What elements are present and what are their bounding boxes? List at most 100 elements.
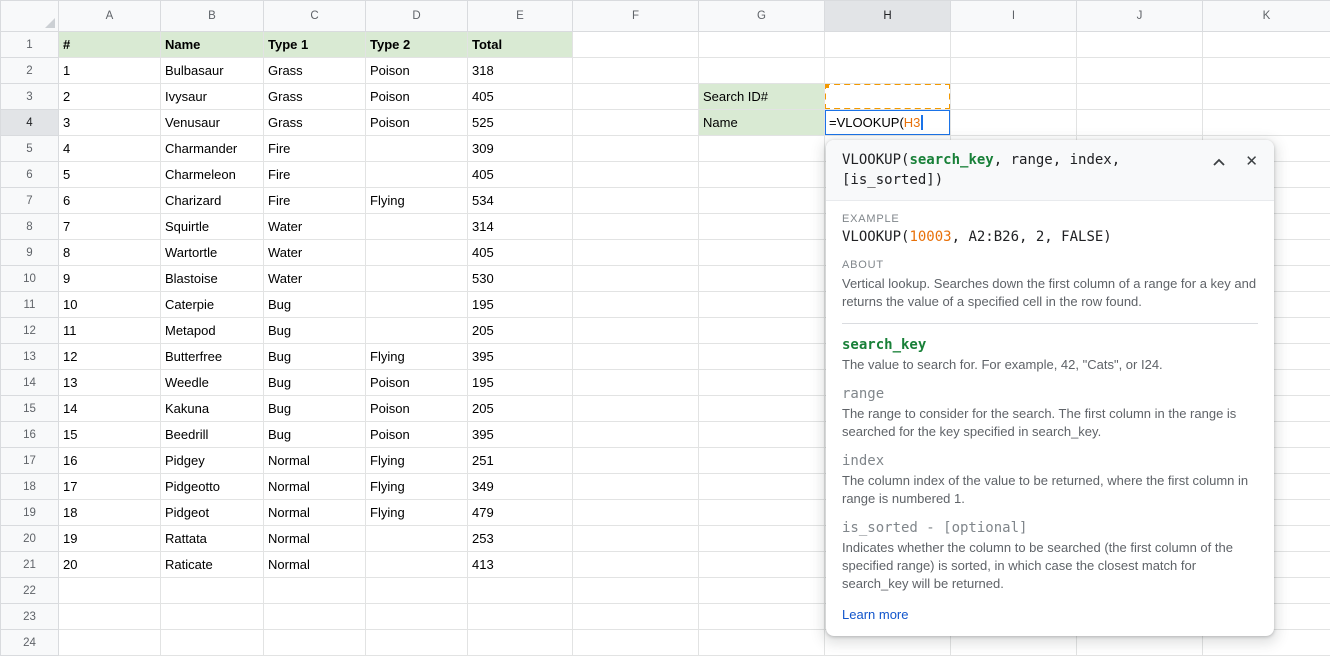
cell-D11[interactable] bbox=[366, 292, 468, 318]
cell-C4[interactable]: Grass bbox=[264, 110, 366, 136]
cell-D4[interactable]: Poison bbox=[366, 110, 468, 136]
column-header-C[interactable]: C bbox=[264, 1, 366, 32]
cell-G15[interactable] bbox=[699, 396, 825, 422]
cell-A17[interactable]: 16 bbox=[59, 448, 161, 474]
column-header-H[interactable]: H bbox=[825, 1, 951, 32]
cell-B22[interactable] bbox=[161, 578, 264, 604]
cell-C3[interactable]: Grass bbox=[264, 84, 366, 110]
cell-D6[interactable] bbox=[366, 162, 468, 188]
cell-C19[interactable]: Normal bbox=[264, 500, 366, 526]
cell-B15[interactable]: Kakuna bbox=[161, 396, 264, 422]
learn-more-link[interactable]: Learn more bbox=[842, 607, 908, 622]
cell-B21[interactable]: Raticate bbox=[161, 552, 264, 578]
cell-K4[interactable] bbox=[1203, 110, 1330, 136]
row-header-13[interactable]: 13 bbox=[1, 344, 59, 370]
cell-A20[interactable]: 19 bbox=[59, 526, 161, 552]
row-header-17[interactable]: 17 bbox=[1, 448, 59, 474]
column-header-D[interactable]: D bbox=[366, 1, 468, 32]
cell-D23[interactable] bbox=[366, 604, 468, 630]
cell-B8[interactable]: Squirtle bbox=[161, 214, 264, 240]
cell-F20[interactable] bbox=[573, 526, 699, 552]
cell-E19[interactable]: 479 bbox=[468, 500, 573, 526]
close-icon[interactable]: ✕ bbox=[1245, 154, 1258, 169]
cell-E13[interactable]: 395 bbox=[468, 344, 573, 370]
cell-B1[interactable]: Name bbox=[161, 32, 264, 58]
row-header-8[interactable]: 8 bbox=[1, 214, 59, 240]
cell-A9[interactable]: 8 bbox=[59, 240, 161, 266]
cell-B24[interactable] bbox=[161, 630, 264, 656]
cell-J4[interactable] bbox=[1077, 110, 1203, 136]
cell-E21[interactable]: 413 bbox=[468, 552, 573, 578]
cell-H3[interactable] bbox=[825, 84, 951, 110]
column-header-K[interactable]: K bbox=[1203, 1, 1330, 32]
cell-B13[interactable]: Butterfree bbox=[161, 344, 264, 370]
cell-C14[interactable]: Bug bbox=[264, 370, 366, 396]
cell-A1[interactable]: # bbox=[59, 32, 161, 58]
cell-H4[interactable]: =VLOOKUP(H3 bbox=[825, 110, 951, 136]
cell-A6[interactable]: 5 bbox=[59, 162, 161, 188]
cell-E24[interactable] bbox=[468, 630, 573, 656]
column-header-I[interactable]: I bbox=[951, 1, 1077, 32]
cell-B2[interactable]: Bulbasaur bbox=[161, 58, 264, 84]
row-header-5[interactable]: 5 bbox=[1, 136, 59, 162]
cell-C12[interactable]: Bug bbox=[264, 318, 366, 344]
cell-F12[interactable] bbox=[573, 318, 699, 344]
row-header-15[interactable]: 15 bbox=[1, 396, 59, 422]
cell-G24[interactable] bbox=[699, 630, 825, 656]
cell-A8[interactable]: 7 bbox=[59, 214, 161, 240]
cell-A19[interactable]: 18 bbox=[59, 500, 161, 526]
cell-G6[interactable] bbox=[699, 162, 825, 188]
cell-B23[interactable] bbox=[161, 604, 264, 630]
cell-G22[interactable] bbox=[699, 578, 825, 604]
cell-A2[interactable]: 1 bbox=[59, 58, 161, 84]
cell-D3[interactable]: Poison bbox=[366, 84, 468, 110]
cell-F2[interactable] bbox=[573, 58, 699, 84]
cell-B17[interactable]: Pidgey bbox=[161, 448, 264, 474]
cell-A14[interactable]: 13 bbox=[59, 370, 161, 396]
cell-C8[interactable]: Water bbox=[264, 214, 366, 240]
row-header-9[interactable]: 9 bbox=[1, 240, 59, 266]
row-header-4[interactable]: 4 bbox=[1, 110, 59, 136]
cell-A24[interactable] bbox=[59, 630, 161, 656]
cell-A23[interactable] bbox=[59, 604, 161, 630]
cell-A10[interactable]: 9 bbox=[59, 266, 161, 292]
cell-G23[interactable] bbox=[699, 604, 825, 630]
cell-D8[interactable] bbox=[366, 214, 468, 240]
cell-E5[interactable]: 309 bbox=[468, 136, 573, 162]
cell-G14[interactable] bbox=[699, 370, 825, 396]
cell-A5[interactable]: 4 bbox=[59, 136, 161, 162]
cell-F11[interactable] bbox=[573, 292, 699, 318]
cell-D21[interactable] bbox=[366, 552, 468, 578]
cell-D10[interactable] bbox=[366, 266, 468, 292]
active-cell-editor[interactable]: =VLOOKUP(H3 bbox=[825, 110, 951, 136]
column-header-E[interactable]: E bbox=[468, 1, 573, 32]
cell-I3[interactable] bbox=[951, 84, 1077, 110]
cell-E11[interactable]: 195 bbox=[468, 292, 573, 318]
cell-G16[interactable] bbox=[699, 422, 825, 448]
cell-G1[interactable] bbox=[699, 32, 825, 58]
cell-F1[interactable] bbox=[573, 32, 699, 58]
cell-F7[interactable] bbox=[573, 188, 699, 214]
cell-D13[interactable]: Flying bbox=[366, 344, 468, 370]
cell-C2[interactable]: Grass bbox=[264, 58, 366, 84]
row-header-24[interactable]: 24 bbox=[1, 630, 59, 656]
cell-G11[interactable] bbox=[699, 292, 825, 318]
cell-G2[interactable] bbox=[699, 58, 825, 84]
cell-G19[interactable] bbox=[699, 500, 825, 526]
cell-C22[interactable] bbox=[264, 578, 366, 604]
cell-J1[interactable] bbox=[1077, 32, 1203, 58]
row-header-1[interactable]: 1 bbox=[1, 32, 59, 58]
column-header-B[interactable]: B bbox=[161, 1, 264, 32]
cell-B4[interactable]: Venusaur bbox=[161, 110, 264, 136]
cell-C20[interactable]: Normal bbox=[264, 526, 366, 552]
cell-C9[interactable]: Water bbox=[264, 240, 366, 266]
cell-E16[interactable]: 395 bbox=[468, 422, 573, 448]
cell-C21[interactable]: Normal bbox=[264, 552, 366, 578]
cell-E15[interactable]: 205 bbox=[468, 396, 573, 422]
cell-A18[interactable]: 17 bbox=[59, 474, 161, 500]
cell-A22[interactable] bbox=[59, 578, 161, 604]
cell-C1[interactable]: Type 1 bbox=[264, 32, 366, 58]
cell-E7[interactable]: 534 bbox=[468, 188, 573, 214]
row-header-3[interactable]: 3 bbox=[1, 84, 59, 110]
cell-D15[interactable]: Poison bbox=[366, 396, 468, 422]
